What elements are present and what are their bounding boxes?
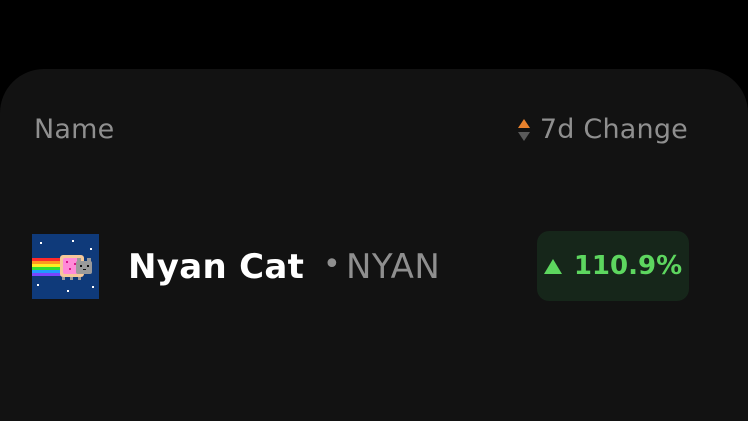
table-header: Name 7d Change — [0, 69, 748, 199]
table-row[interactable]: Nyan Cat • NYAN 110.9% — [0, 229, 748, 305]
coin-name[interactable]: Nyan Cat — [128, 247, 304, 287]
name-symbol-separator: • — [323, 247, 341, 282]
nyan-cat-icon — [32, 234, 99, 299]
coin-table-card: Name 7d Change Nyan Cat • NYAN 110.9% — [0, 69, 748, 421]
trend-up-icon — [543, 258, 562, 274]
change-value: 110.9% — [573, 251, 683, 281]
sort-descending-icon — [517, 131, 530, 141]
coin-symbol: NYAN — [346, 247, 441, 287]
column-header-7d-change[interactable]: 7d Change — [517, 114, 688, 145]
change-badge: 110.9% — [537, 231, 689, 301]
column-header-name[interactable]: Name — [34, 114, 114, 145]
sort-ascending-icon — [517, 118, 530, 128]
column-header-7d-change-label: 7d Change — [539, 114, 688, 145]
sort-icon[interactable] — [517, 118, 530, 141]
